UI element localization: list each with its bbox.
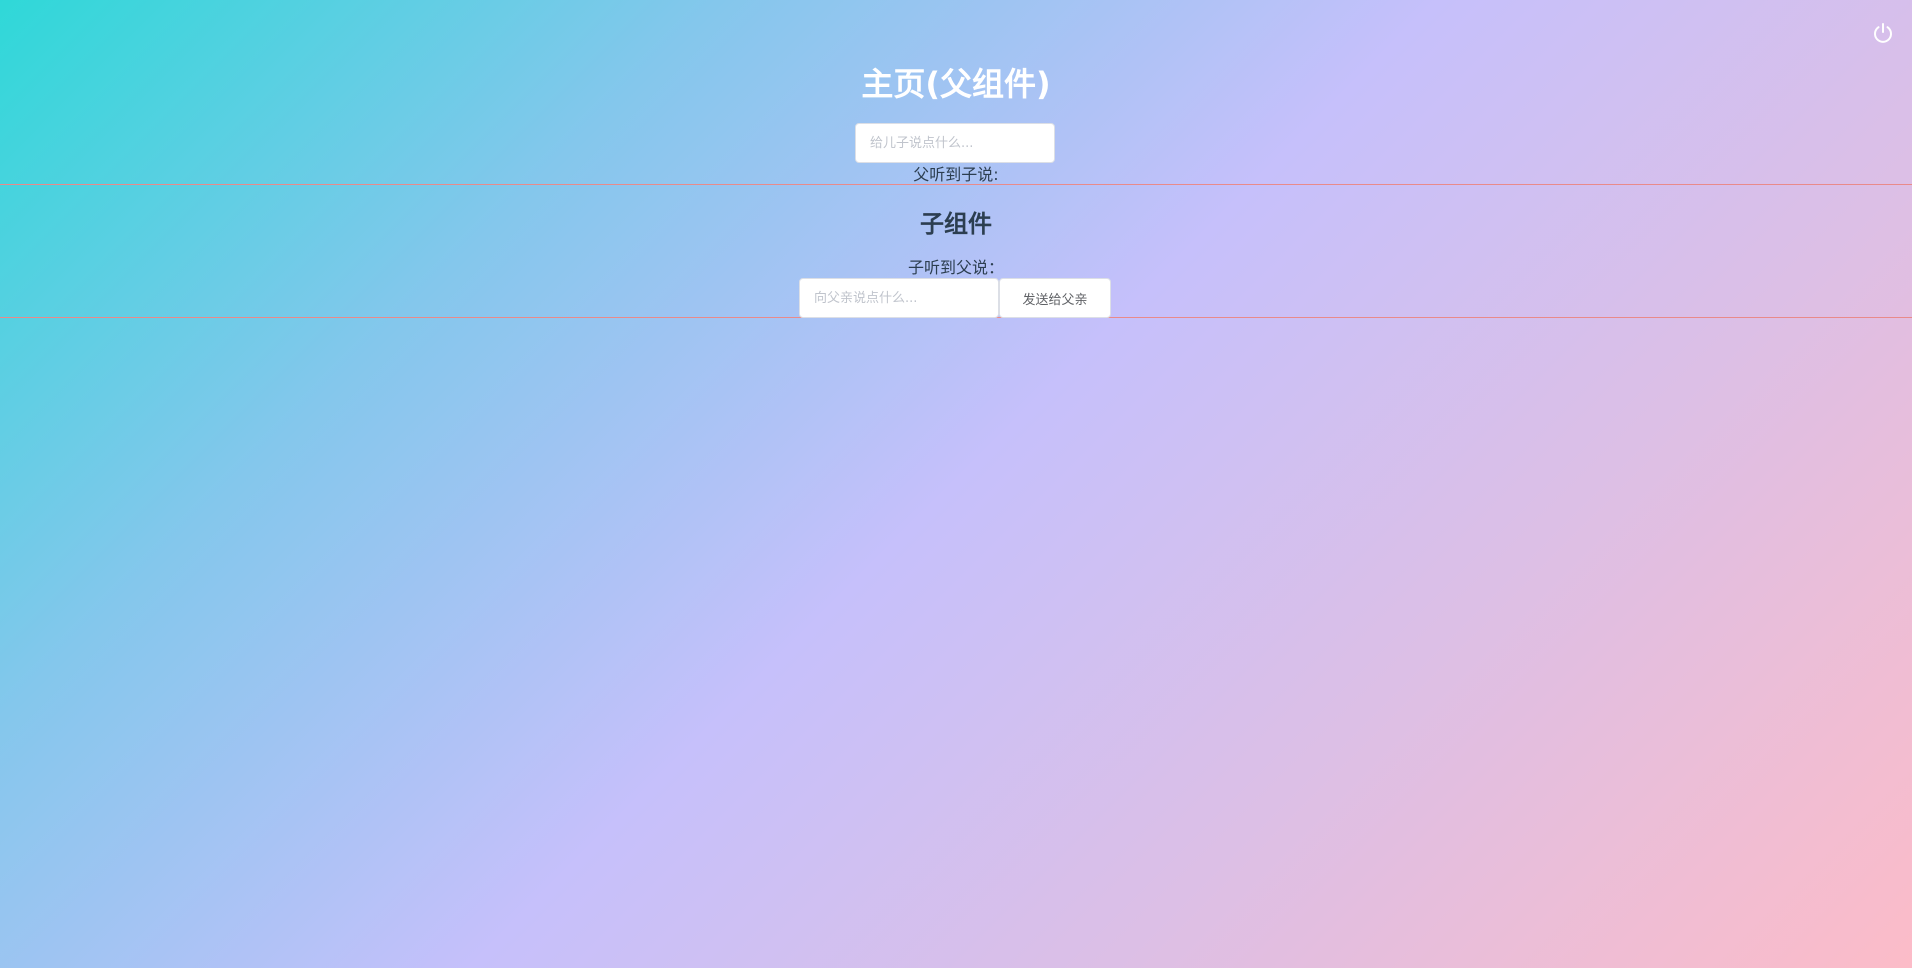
child-heard-text: 子听到父说： — [0, 257, 1912, 279]
parent-heard-text: 父听到子说: — [0, 164, 1912, 186]
child-heard-label: 子听到父说： — [907, 258, 1004, 277]
child-message-input[interactable] — [799, 278, 999, 318]
child-component: 子组件 子听到父说： 发送给父亲 — [0, 184, 1912, 318]
parent-heard-label: 父听到子说: — [913, 165, 999, 184]
child-title: 子组件 — [920, 210, 992, 238]
page-title: 主页(父组件) — [861, 65, 1051, 103]
send-to-parent-button[interactable]: 发送给父亲 — [999, 278, 1111, 318]
power-icon — [1874, 23, 1892, 43]
logout-button[interactable] — [1868, 18, 1898, 48]
parent-message-input[interactable] — [855, 123, 1055, 163]
